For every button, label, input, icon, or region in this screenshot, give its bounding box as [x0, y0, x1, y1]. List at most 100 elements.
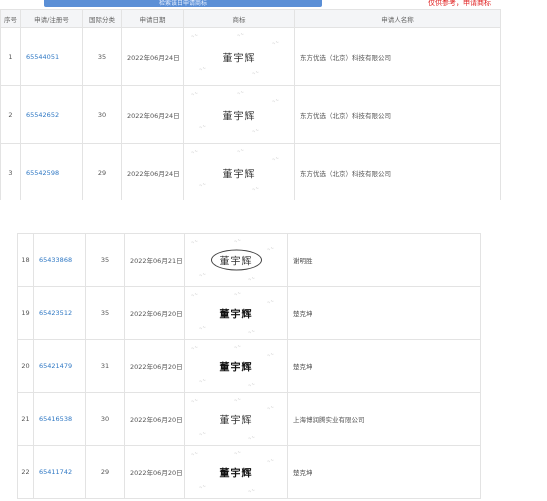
watermark-mark: ∿∿ — [247, 328, 256, 335]
header-date: 申请日期 — [121, 9, 184, 28]
applicant-cell: 楚克坤 — [287, 445, 481, 499]
row-index: 18 — [17, 233, 34, 287]
trademark-label: 董宇辉 — [222, 111, 256, 122]
reg-no-link[interactable]: 65433868 — [39, 256, 72, 264]
trademark-text: 董宇辉 — [186, 306, 287, 321]
mark-cell: 董宇辉 ∿∿ ∿∿ ∿∿ ∿∿ ∿∿ — [183, 85, 295, 144]
watermark-mark: ∿∿ — [236, 31, 245, 38]
reg-no-cell: 65433868 — [33, 233, 86, 287]
watermark-mark: ∿∿ — [233, 449, 242, 456]
applicant-cell: 上海博润腾实业有限公司 — [287, 392, 481, 446]
applicant-cell: 东方优选（北京）科技有限公司 — [294, 143, 501, 202]
trademark-text: 董宇辉 — [185, 49, 294, 64]
trademark-table: 序号 申请/注册号 国际分类 申请日期 商标 申请人名称 1 65544051 35… — [0, 9, 501, 202]
class-cell: 29 — [82, 143, 122, 202]
watermark-mark: ∿∿ — [190, 238, 199, 245]
watermark-mark: ∿∿ — [271, 97, 280, 104]
watermark-mark: ∿∿ — [236, 89, 245, 96]
watermark-mark: ∿∿ — [198, 65, 207, 72]
class-cell: 35 — [82, 27, 122, 86]
table-row: 18 65433868 35 2022年06月21日 董宇辉 ∿∿ ∿∿ ∿∿ ∿∿ ∿∿ 谢明胜 — [17, 233, 481, 287]
row-index: 2 — [0, 85, 21, 144]
search-date-button[interactable]: 检索该日申请商标 — [44, 0, 322, 7]
watermark-mark: ∿∿ — [198, 324, 207, 331]
reg-no-link[interactable]: 65544051 — [26, 53, 59, 61]
date-cell: 2022年06月24日 — [121, 85, 184, 144]
table-header-row: 序号 申请/注册号 国际分类 申请日期 商标 申请人名称 — [0, 9, 501, 28]
row-index: 21 — [17, 392, 34, 446]
trademark-text: 董宇辉 — [185, 165, 294, 180]
applicant-cell: 谢明胜 — [287, 233, 481, 287]
row-index: 22 — [17, 445, 34, 499]
watermark-mark: ∿∿ — [251, 127, 260, 134]
watermark-mark: ∿∿ — [247, 434, 256, 441]
header-class: 国际分类 — [82, 9, 122, 28]
reg-no-cell: 65544051 — [20, 27, 83, 86]
mark-cell: 董宇辉 ∿∿ ∿∿ ∿∿ ∿∿ ∿∿ — [184, 286, 288, 340]
watermark-mark: ∿∿ — [233, 343, 242, 350]
watermark-mark: ∿∿ — [247, 487, 256, 494]
date-cell: 2022年06月20日 — [124, 445, 185, 499]
reg-no-cell: 65423512 — [33, 286, 86, 340]
row-index: 19 — [17, 286, 34, 340]
date-cell: 2022年06月24日 — [121, 27, 184, 86]
mark-cell: 董宇辉 ∿∿ ∿∿ ∿∿ ∿∿ ∿∿ — [183, 143, 295, 202]
reg-no-cell: 65542652 — [20, 85, 83, 144]
trademark-image[interactable]: 董宇辉 ∿∿ ∿∿ ∿∿ ∿∿ ∿∿ — [186, 341, 287, 392]
trademark-image[interactable]: 董宇辉 ∿∿ ∿∿ ∿∿ ∿∿ ∿∿ — [186, 235, 287, 286]
watermark-mark: ∿∿ — [265, 298, 274, 305]
watermark-mark: ∿∿ — [198, 483, 207, 490]
header-index: 序号 — [0, 9, 21, 28]
reg-no-link[interactable]: 65416538 — [39, 415, 72, 423]
watermark-mark: ∿∿ — [198, 430, 207, 437]
watermark-mark: ∿∿ — [251, 69, 260, 76]
table-row: 1 65544051 35 2022年06月24日 董宇辉 ∿∿ ∿∿ ∿∿ ∿∿ ∿∿ 东方优选（… — [0, 27, 501, 86]
trademark-image[interactable]: 董宇辉 ∿∿ ∿∿ ∿∿ ∿∿ ∿∿ — [186, 447, 287, 498]
trademark-label: 董宇辉 — [222, 53, 256, 64]
watermark-mark: ∿∿ — [251, 185, 260, 192]
trademark-text: 董宇辉 — [186, 412, 287, 427]
trademark-text: 董宇辉 — [186, 249, 287, 271]
trademark-label: 董宇辉 — [210, 249, 262, 271]
trademark-label: 董宇辉 — [219, 468, 253, 480]
watermark-mark: ∿∿ — [198, 123, 207, 130]
watermark-mark: ∿∿ — [265, 404, 274, 411]
table-row: 20 65421479 31 2022年06月20日 董宇辉 ∿∿ ∿∿ ∿∿ ∿∿ ∿∿ 楚克坤 — [17, 339, 481, 393]
watermark-mark: ∿∿ — [198, 271, 207, 278]
watermark-mark: ∿∿ — [271, 155, 280, 162]
trademark-image[interactable]: 董宇辉 ∿∿ ∿∿ ∿∿ ∿∿ ∿∿ — [185, 29, 294, 85]
reg-no-cell: 65421479 — [33, 339, 86, 393]
date-cell: 2022年06月20日 — [124, 339, 185, 393]
watermark-mark: ∿∿ — [190, 291, 199, 298]
applicant-cell: 东方优选（北京）科技有限公司 — [294, 85, 501, 144]
trademark-image[interactable]: 董宇辉 ∿∿ ∿∿ ∿∿ ∿∿ ∿∿ — [186, 288, 287, 339]
watermark-mark: ∿∿ — [189, 90, 198, 97]
reg-no-link[interactable]: 65421479 — [39, 362, 72, 370]
watermark-mark: ∿∿ — [190, 450, 199, 457]
mark-cell: 董宇辉 ∿∿ ∿∿ ∿∿ ∿∿ ∿∿ — [184, 392, 288, 446]
watermark-mark: ∿∿ — [189, 148, 198, 155]
trademark-image[interactable]: 董宇辉 ∿∿ ∿∿ ∿∿ ∿∿ ∿∿ — [186, 394, 287, 445]
trademark-label: 董宇辉 — [219, 415, 253, 427]
reg-no-link[interactable]: 65542598 — [26, 169, 59, 177]
trademark-image[interactable]: 董宇辉 ∿∿ ∿∿ ∿∿ ∿∿ ∿∿ — [185, 87, 294, 143]
watermark-mark: ∿∿ — [247, 275, 256, 282]
watermark-mark: ∿∿ — [198, 181, 207, 188]
watermark-mark: ∿∿ — [198, 377, 207, 384]
class-cell: 30 — [82, 85, 122, 144]
date-cell: 2022年06月20日 — [124, 392, 185, 446]
table-row: 3 65542598 29 2022年06月24日 董宇辉 ∿∿ ∿∿ ∿∿ ∿∿ ∿∿ 东方优选（… — [0, 143, 501, 202]
applicant-cell: 楚克坤 — [287, 286, 481, 340]
class-cell: 35 — [85, 286, 125, 340]
date-cell: 2022年06月21日 — [124, 233, 185, 287]
reg-no-cell: 65416538 — [33, 392, 86, 446]
reg-no-link[interactable]: 65423512 — [39, 309, 72, 317]
mark-cell: 董宇辉 ∿∿ ∿∿ ∿∿ ∿∿ ∿∿ — [184, 445, 288, 499]
watermark-mark: ∿∿ — [271, 39, 280, 46]
trademark-image[interactable]: 董宇辉 ∿∿ ∿∿ ∿∿ ∿∿ ∿∿ — [185, 145, 294, 201]
reg-no-link[interactable]: 65542652 — [26, 111, 59, 119]
watermark-mark: ∿∿ — [189, 32, 198, 39]
mark-cell: 董宇辉 ∿∿ ∿∿ ∿∿ ∿∿ ∿∿ — [183, 27, 295, 86]
reg-no-link[interactable]: 65411742 — [39, 468, 72, 476]
trademark-table-continued: 18 65433868 35 2022年06月21日 董宇辉 ∿∿ ∿∿ ∿∿ ∿∿ ∿∿ 谢明胜 1… — [17, 233, 481, 499]
